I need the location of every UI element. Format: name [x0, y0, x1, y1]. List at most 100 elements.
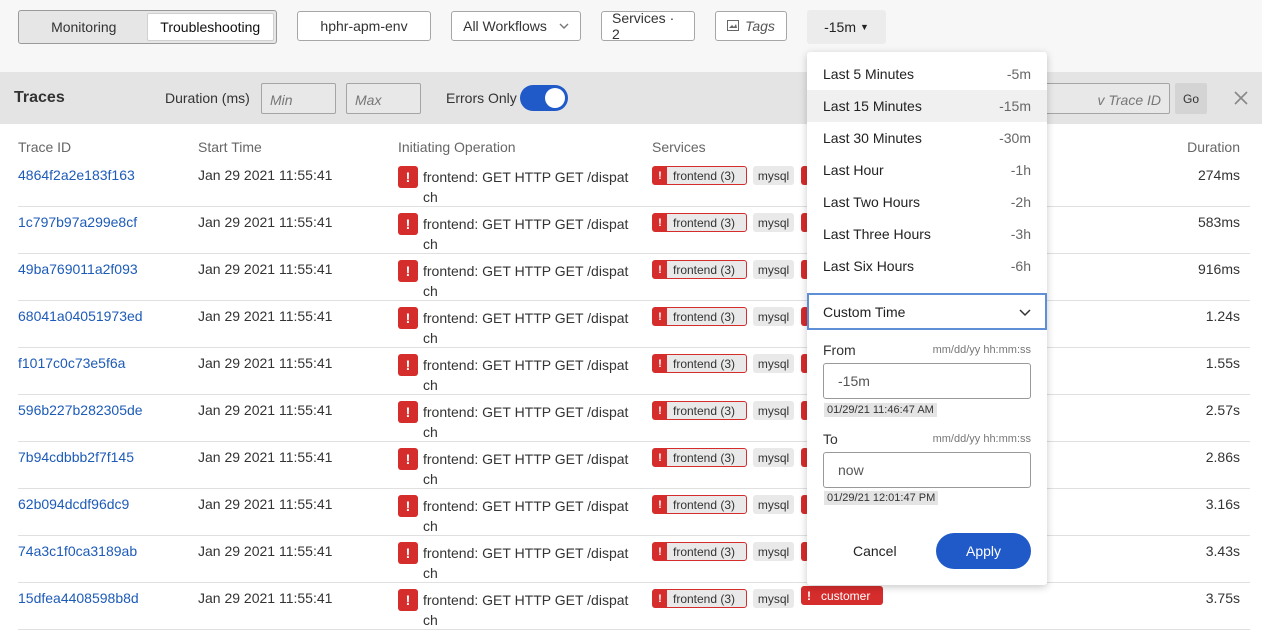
table-row[interactable]: 74a3c1f0ca3189ab Jan 29 2021 11:55:41 ! fro…: [18, 536, 1250, 583]
duration-min-input[interactable]: Min: [261, 83, 336, 114]
trace-id-link[interactable]: 74a3c1f0ca3189ab: [18, 543, 137, 559]
start-time: Jan 29 2021 11:55:41: [198, 590, 333, 606]
trace-id-link[interactable]: f1017c0c73e5f6a: [18, 355, 125, 371]
trace-id-link[interactable]: 68041a04051973ed: [18, 308, 143, 324]
time-option[interactable]: Last Three Hours -3h: [807, 218, 1047, 250]
start-time: Jan 29 2021 11:55:41: [198, 167, 333, 183]
time-option-label: Last Six Hours: [823, 258, 915, 274]
time-option-label: Last 30 Minutes: [823, 130, 922, 146]
start-time: Jan 29 2021 11:55:41: [198, 402, 333, 418]
time-option-shortcut: -5m: [1006, 66, 1031, 82]
initiating-operation: frontend: GET HTTP GET /dispatch: [423, 310, 629, 346]
error-icon: !: [398, 448, 418, 470]
service-name: frontend (3): [673, 450, 736, 465]
tab-monitoring[interactable]: Monitoring: [21, 13, 147, 41]
from-resolved-time: 01/29/21 11:46:47 AM: [824, 403, 937, 417]
trace-id-link[interactable]: 7b94cdbbb2f7f145: [18, 449, 134, 465]
service-tag-mysql: mysql: [753, 542, 794, 561]
time-option-shortcut: -3h: [1010, 226, 1031, 242]
start-time: Jan 29 2021 11:55:41: [198, 308, 333, 324]
trace-id-link[interactable]: 15dfea4408598b8d: [18, 590, 139, 606]
header-services[interactable]: Services: [652, 139, 706, 155]
table-row[interactable]: 49ba769011a2f093 Jan 29 2021 11:55:41! fro…: [18, 254, 1250, 301]
time-option[interactable]: Last Hour -1h: [807, 154, 1047, 186]
time-range-dropdown: Last 5 Minutes -5m Last 15 Minutes -15m Last…: [807, 52, 1047, 585]
trace-id-link[interactable]: 596b227b282305de: [18, 402, 143, 418]
error-icon: !: [653, 543, 667, 560]
duration: 274ms: [1197, 167, 1240, 183]
workflow-selector[interactable]: All Workflows: [451, 11, 581, 41]
table-row[interactable]: 1c797b97a299e8cf Jan 29 2021 11:55:41! fro…: [18, 207, 1250, 254]
initiating-operation: frontend: GET HTTP GET /dispatch: [423, 592, 629, 628]
apply-button[interactable]: Apply: [936, 533, 1031, 569]
start-time: Jan 29 2021 11:55:41: [198, 355, 333, 371]
time-option[interactable]: Last 5 Minutes -5m: [807, 58, 1047, 90]
tags-button[interactable]: Tags: [715, 11, 787, 41]
time-option[interactable]: Last Six Hours -6h: [807, 250, 1047, 282]
duration-max-input[interactable]: Max: [346, 83, 421, 114]
table-row[interactable]: 7b94cdbbb2f7f145 Jan 29 2021 11:55:41! fro…: [18, 442, 1250, 489]
header-trace-id[interactable]: Trace ID: [18, 139, 71, 155]
header-duration[interactable]: Duration: [1187, 139, 1240, 155]
service-tag-mysql: mysql: [753, 401, 794, 420]
to-input[interactable]: now: [823, 452, 1031, 488]
duration: 583ms: [1197, 214, 1240, 230]
duration: 1.24s: [1205, 308, 1240, 324]
environment-label: hphr-apm-env: [320, 18, 408, 34]
time-option-label: Last Three Hours: [823, 226, 931, 242]
time-range-button[interactable]: -15m ▼: [807, 10, 886, 44]
error-icon: !: [653, 355, 667, 372]
errors-only-toggle[interactable]: [520, 85, 568, 111]
caret-down-icon: ▼: [859, 22, 869, 32]
time-option[interactable]: Last Two Hours -2h: [807, 186, 1047, 218]
service-tag-mysql: mysql: [753, 354, 794, 373]
table-row[interactable]: 596b227b282305de Jan 29 2021 11:55:41 ! fro…: [18, 395, 1250, 442]
duration: 916ms: [1197, 261, 1240, 277]
header-initiating-operation[interactable]: Initiating Operation: [398, 139, 516, 155]
time-option[interactable]: Last 30 Minutes -30m: [807, 122, 1047, 154]
table-row[interactable]: 15dfea4408598b8d Jan 29 2021 11:55:41! fro…: [18, 583, 1250, 630]
to-resolved-time: 01/29/21 12:01:47 PM: [824, 491, 939, 505]
service-tag-frontend: ! frontend (3): [652, 401, 747, 420]
from-input[interactable]: -15m: [823, 363, 1031, 399]
service-tag-frontend: ! frontend (3): [652, 542, 747, 561]
duration: 2.86s: [1205, 449, 1240, 465]
time-option-shortcut: -15m: [999, 98, 1031, 114]
table-row[interactable]: 68041a04051973ed Jan 29 2021 11:55:41! fro…: [18, 301, 1250, 348]
tab-troubleshooting[interactable]: Troubleshooting: [146, 13, 274, 41]
close-icon[interactable]: [1231, 88, 1251, 108]
chevron-down-icon: [1019, 304, 1031, 320]
initiating-operation: frontend: GET HTTP GET /dispatch: [423, 357, 629, 393]
table-row[interactable]: 4864f2a2e183f163 Jan 29 2021 11:55:41! fro…: [18, 160, 1250, 207]
trace-id-link[interactable]: 62b094dcdf96dc9: [18, 496, 129, 512]
go-button[interactable]: Go: [1175, 83, 1207, 114]
services-selector[interactable]: Services · 2: [601, 10, 695, 42]
time-option-label: Last Two Hours: [823, 194, 921, 210]
service-name: frontend (3): [673, 497, 736, 512]
service-name: frontend (3): [673, 309, 736, 324]
service-name: frontend (3): [673, 215, 736, 230]
time-option[interactable]: Last 15 Minutes -15m: [807, 90, 1047, 122]
table-row[interactable]: 62b094dcdf96dc9 Jan 29 2021 11:55:41! fron…: [18, 489, 1250, 536]
service-tag-mysql: mysql: [753, 260, 794, 279]
header-start-time[interactable]: Start Time: [198, 139, 262, 155]
start-time: Jan 29 2021 11:55:41: [198, 449, 333, 465]
time-option-label: Last 15 Minutes: [823, 98, 922, 114]
custom-time-select[interactable]: Custom Time: [807, 293, 1047, 330]
error-icon: !: [653, 214, 667, 231]
table-row[interactable]: f1017c0c73e5f6a Jan 29 2021 11:55:41! fron…: [18, 348, 1250, 395]
cancel-button[interactable]: Cancel: [853, 543, 897, 559]
trace-id-link[interactable]: 1c797b97a299e8cf: [18, 214, 137, 230]
trace-id-link[interactable]: 4864f2a2e183f163: [18, 167, 135, 183]
error-icon: !: [653, 402, 667, 419]
tags-label: Tags: [745, 18, 775, 34]
environment-selector[interactable]: hphr-apm-env: [297, 11, 431, 41]
trace-id-link[interactable]: 49ba769011a2f093: [18, 261, 138, 277]
time-option-shortcut: -1h: [1010, 162, 1031, 178]
from-format-hint: mm/dd/yy hh:mm:ss: [932, 344, 1031, 356]
time-option-label: Last Hour: [823, 162, 884, 178]
start-time: Jan 29 2021 11:55:41: [198, 261, 333, 277]
initiating-operation: frontend: GET HTTP GET /dispatch: [423, 451, 629, 487]
start-time: Jan 29 2021 11:55:41: [198, 543, 333, 559]
error-icon: !: [398, 354, 418, 376]
